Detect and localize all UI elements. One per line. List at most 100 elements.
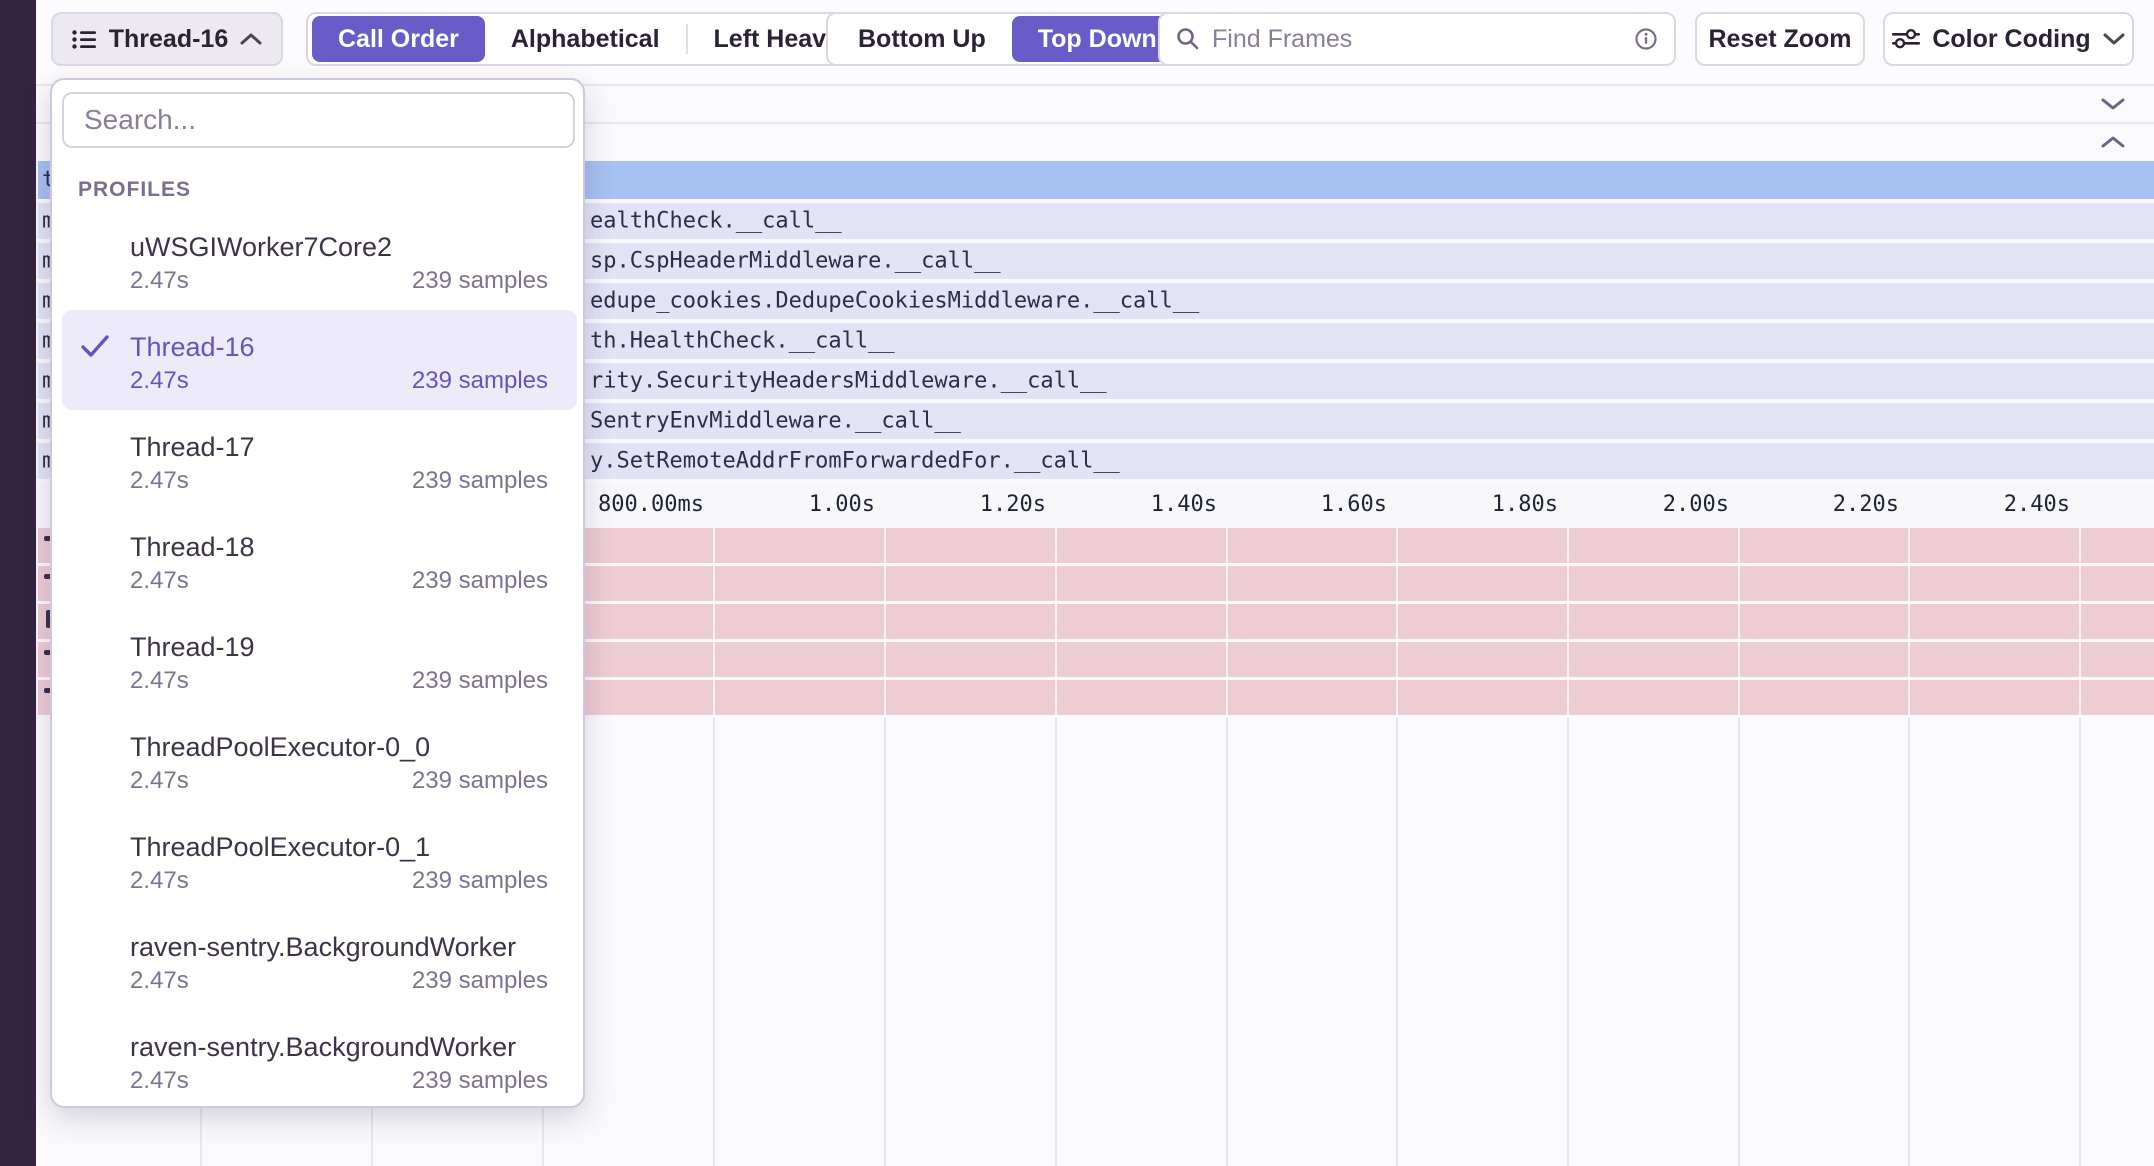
chevron-up-icon [2100,135,2126,149]
time-axis-tick-label: 1.60s [1227,483,1387,527]
profile-sample-count: 239 samples [412,766,548,796]
profile-list-item[interactable]: Thread-162.47s 239 samples [62,310,577,410]
gridline [2079,717,2081,1166]
time-axis-tick-label: 1.20s [886,483,1046,527]
profile-duration: 2.47s [130,566,189,596]
frame-label: rity.SecurityHeadersMiddleware.__call__ [590,369,1107,394]
dropdown-search-input[interactable] [62,92,575,148]
frame-label: ealthCheck.__call__ [590,209,842,234]
profile-name: raven-sentry.BackgroundWorker [130,930,548,964]
search-icon [1176,27,1200,51]
thread-selector-button[interactable]: Thread-16 [51,12,283,66]
color-coding-button[interactable]: Color Coding [1883,12,2134,66]
profile-duration: 2.47s [130,766,189,796]
direction-option-bottom-up[interactable]: Bottom Up [832,16,1012,62]
profile-sample-count: 239 samples [412,366,548,396]
gridline [884,528,886,715]
app-sidebar-strip [0,0,36,1166]
sort-option-call-order[interactable]: Call Order [312,16,485,62]
profile-list-item[interactable]: Thread-182.47s 239 samples [62,510,577,610]
gridline [713,528,715,715]
profile-name: Thread-16 [130,330,548,364]
profile-sample-count: 239 samples [412,1066,548,1096]
profile-sample-count: 239 samples [412,566,548,596]
frame-label: edupe_cookies.DedupeCookiesMiddleware.__… [590,289,1199,314]
sliders-icon [1892,29,1920,49]
profile-sample-count: 239 samples [412,666,548,696]
profiles-section-label: PROFILES [78,176,191,204]
frame-label: y.SetRemoteAddrFromForwardedFor.__call__ [590,449,1120,474]
thread-dropdown-menu: PROFILES uWSGIWorker7Core22.47s239 sampl… [50,78,585,1108]
profile-list-item[interactable]: Thread-192.47s 239 samples [62,610,577,710]
time-axis-tick-label: 1.40s [1057,483,1217,527]
gridline [1738,717,1740,1166]
toolbar: Thread-16 Call OrderAlphabeticalLeft Hea… [0,0,2154,86]
profiler-page: { "toolbar": { "thread_button": { "label… [0,0,2154,1166]
thread-selector-label: Thread-16 [109,25,228,54]
gridline [884,717,886,1166]
info-icon[interactable] [1634,27,1658,51]
profile-duration: 2.47s [130,966,189,996]
gridline [1738,528,1740,715]
profile-sample-count: 239 samples [412,966,548,996]
frame-label: sp.CspHeaderMiddleware.__call__ [590,249,1001,274]
profile-sample-count: 239 samples [412,866,548,896]
gridline [1396,717,1398,1166]
gridline [1396,528,1398,715]
section-collapse-toggle[interactable] [2100,97,2126,111]
gridline [713,717,715,1166]
profile-list-item[interactable]: raven-sentry.BackgroundWorker2.47s 239 sa… [62,910,577,1010]
time-axis-tick-label: 1.80s [1398,483,1558,527]
gridline [1908,717,1910,1166]
profile-duration: 2.47s [130,866,189,896]
gridline [1055,717,1057,1166]
profile-duration: 2.47s [130,266,189,296]
list-icon [72,29,97,50]
section-expand-toggle[interactable] [2100,135,2126,149]
profile-duration: 2.47s [130,1066,189,1096]
chevron-down-icon [2100,97,2126,111]
profile-name: Thread-17 [130,430,548,464]
gridline [2079,528,2081,715]
find-frames-field[interactable] [1158,12,1676,66]
time-axis-tick-label: 2.40s [1910,483,2070,527]
profile-list-item[interactable]: Thread-172.47s 239 samples [62,410,577,510]
profile-sample-count: 239 samples [412,266,548,296]
profile-name: uWSGIWorker7Core2 [130,230,548,264]
direction-segmented-control: Bottom UpTop Down [826,12,1189,66]
profile-duration: 2.47s [130,466,189,496]
sort-segmented-control: Call OrderAlphabeticalLeft Heavy [306,12,872,66]
profile-list-item[interactable]: raven-sentry.BackgroundWorker2.47s 239 sa… [62,1010,577,1110]
checkmark-icon [80,334,110,358]
frame-label: SentryEnvMiddleware.__call__ [590,409,961,434]
profile-sample-count: 239 samples [412,466,548,496]
gridline [1908,528,1910,715]
profile-name: ThreadPoolExecutor-0_0 [130,730,548,764]
gridline [1226,717,1228,1166]
profile-duration: 2.47s [130,666,189,696]
time-axis-tick-label: 2.20s [1739,483,1899,527]
color-coding-label: Color Coding [1932,25,2090,54]
profiles-list: uWSGIWorker7Core22.47s239 samplesThread-… [62,210,577,1110]
reset-zoom-button[interactable]: Reset Zoom [1695,12,1865,66]
profile-name: ThreadPoolExecutor-0_1 [130,830,548,864]
profile-name: raven-sentry.BackgroundWorker [130,1030,548,1064]
profile-list-item[interactable]: ThreadPoolExecutor-0_02.47s 239 samples [62,710,577,810]
profile-name: Thread-19 [130,630,548,664]
profile-name: Thread-18 [130,530,548,564]
gridline [1567,717,1569,1166]
reset-zoom-label: Reset Zoom [1708,25,1851,54]
find-frames-input[interactable] [1210,24,1624,55]
gridline [1226,528,1228,715]
frame-label: th.HealthCheck.__call__ [590,329,895,354]
time-axis-tick-label: 1.00s [715,483,875,527]
profile-list-item[interactable]: ThreadPoolExecutor-0_12.47s 239 samples [62,810,577,910]
time-axis-tick-label: 2.00s [1569,483,1729,527]
profile-list-item[interactable]: uWSGIWorker7Core22.47s 239 samples [62,210,577,310]
sort-option-alphabetical[interactable]: Alphabetical [485,16,686,62]
gridline [1567,528,1569,715]
gridline [1055,528,1057,715]
chevron-down-icon [2103,33,2125,45]
profile-duration: 2.47s [130,366,189,396]
chevron-up-icon [240,33,262,45]
